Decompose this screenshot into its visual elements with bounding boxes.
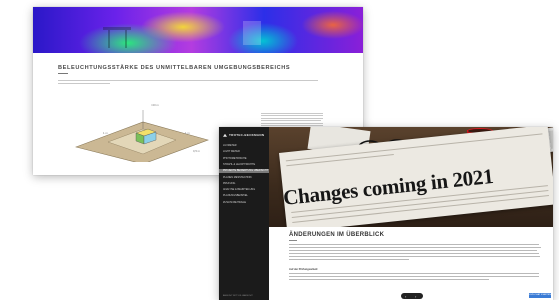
paragraph-line bbox=[289, 256, 540, 258]
section-title: BELEUCHTUNGSSTÄRKE DES UNMITTELBAREN UMG… bbox=[58, 65, 291, 71]
sidebar-nav-item[interactable]: PROJEKTE BEWERTUNG ÜBERSICHT bbox=[219, 169, 269, 174]
content-title-underline bbox=[289, 240, 297, 241]
desk-leg bbox=[108, 30, 110, 48]
sidebar-nav-item[interactable]: PLANUNGSBEISPIEL bbox=[223, 194, 267, 198]
content-title: ÄNDERUNGEN IM ÜBERBLICK bbox=[289, 232, 385, 238]
dimension-right: 1 m bbox=[185, 131, 190, 135]
window-silhouette bbox=[243, 21, 261, 45]
sidebar-nav-item[interactable]: ZUSATZ-BEITRÄGE bbox=[223, 201, 267, 205]
paragraph-line bbox=[289, 250, 537, 252]
paragraph-line bbox=[289, 279, 489, 281]
sidebar-nav-item[interactable]: PRÜFUNG bbox=[223, 182, 267, 186]
sidebar-footer[interactable]: ANSICHT MIT VOLLANSICHT bbox=[223, 295, 253, 297]
slider-pager: ‹ › bbox=[401, 293, 423, 299]
paragraph-line bbox=[289, 273, 539, 275]
front-screenshot: TROTEC-BECKMANN LUXMETER LIGHT METER PHOTO… bbox=[219, 127, 553, 300]
brand-name: TROTEC-BECKMANN bbox=[229, 133, 265, 137]
intro-paragraph bbox=[58, 79, 318, 89]
logo-icon bbox=[223, 133, 227, 137]
sidebar-nav-item[interactable]: STRAHL & LEUCHTDICHTE bbox=[223, 163, 267, 167]
brand-logo[interactable]: TROTEC-BECKMANN bbox=[223, 133, 264, 137]
subheading: Auf der Prüfungsarbeit: bbox=[289, 268, 319, 271]
paragraph-line bbox=[289, 244, 539, 246]
paragraph-line bbox=[289, 247, 541, 249]
sidebar-nav-item[interactable]: LIGHT METER bbox=[223, 150, 267, 154]
live-chat-button[interactable]: LIVE-CHAT STARTEN bbox=[529, 293, 551, 298]
title-underline bbox=[58, 73, 68, 74]
desk-leg bbox=[125, 30, 127, 48]
dimension-top: ≈20 m bbox=[151, 103, 159, 107]
sidebar: TROTEC-BECKMANN LUXMETER LIGHT METER PHOTO… bbox=[219, 127, 269, 300]
paragraph-line bbox=[289, 253, 539, 255]
sidebar-nav-item[interactable]: PLANEN MESSTECHNIK bbox=[223, 176, 267, 180]
sidebar-nav-item[interactable]: LUXMETER bbox=[223, 144, 267, 148]
pager-prev-button[interactable]: ‹ bbox=[405, 294, 406, 299]
sidebar-nav-item[interactable]: PHOTOMETRISCHE bbox=[223, 157, 267, 161]
floor-plan-diagram bbox=[74, 110, 209, 162]
sidebar-nav-item[interactable]: ANALYSE & BEURTEILUNG bbox=[223, 188, 267, 192]
dimension-left: 1 m bbox=[103, 131, 108, 135]
paragraph-line bbox=[289, 259, 409, 261]
illuminance-heatmap-image bbox=[33, 7, 363, 53]
paragraph-line bbox=[289, 276, 539, 278]
pager-next-button[interactable]: › bbox=[415, 294, 416, 299]
dimension-bottom: 0,5 m bbox=[193, 149, 200, 153]
